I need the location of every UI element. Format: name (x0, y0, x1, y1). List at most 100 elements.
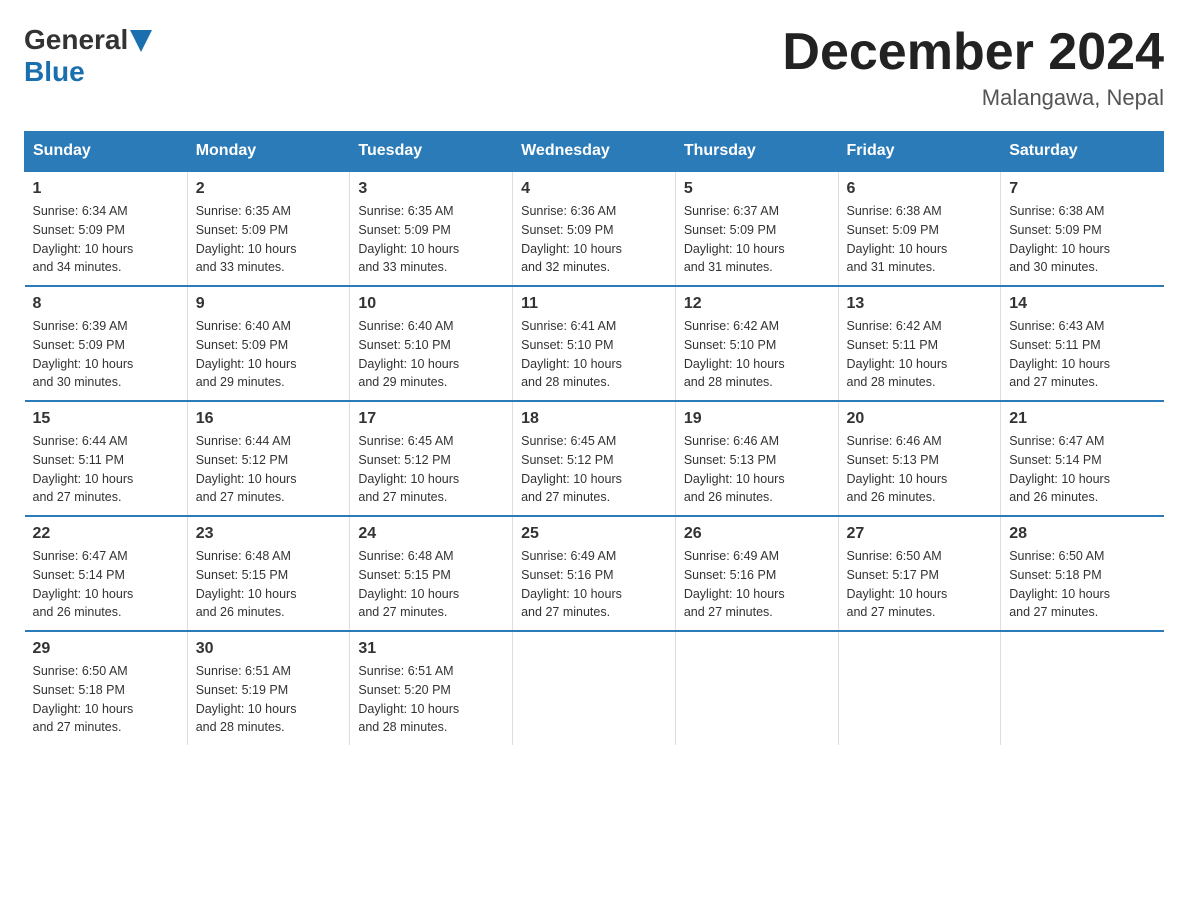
day-info: Sunrise: 6:34 AMSunset: 5:09 PMDaylight:… (33, 204, 134, 274)
day-number: 23 (196, 525, 342, 543)
calendar-day-cell: 15 Sunrise: 6:44 AMSunset: 5:11 PMDaylig… (25, 401, 188, 516)
calendar-week-row: 15 Sunrise: 6:44 AMSunset: 5:11 PMDaylig… (25, 401, 1164, 516)
calendar-day-cell: 23 Sunrise: 6:48 AMSunset: 5:15 PMDaylig… (187, 516, 350, 631)
day-info: Sunrise: 6:41 AMSunset: 5:10 PMDaylight:… (521, 319, 622, 389)
calendar-day-cell: 2 Sunrise: 6:35 AMSunset: 5:09 PMDayligh… (187, 171, 350, 286)
calendar-day-cell (1001, 631, 1164, 745)
day-info: Sunrise: 6:43 AMSunset: 5:11 PMDaylight:… (1009, 319, 1110, 389)
day-number: 4 (521, 180, 667, 198)
col-monday: Monday (187, 132, 350, 172)
logo-blue-text: Blue (24, 56, 85, 87)
calendar-day-cell: 3 Sunrise: 6:35 AMSunset: 5:09 PMDayligh… (350, 171, 513, 286)
day-number: 18 (521, 410, 667, 428)
day-info: Sunrise: 6:35 AMSunset: 5:09 PMDaylight:… (196, 204, 297, 274)
calendar-table: Sunday Monday Tuesday Wednesday Thursday… (24, 131, 1164, 745)
day-info: Sunrise: 6:46 AMSunset: 5:13 PMDaylight:… (847, 434, 948, 504)
day-info: Sunrise: 6:38 AMSunset: 5:09 PMDaylight:… (1009, 204, 1110, 274)
logo-triangle-icon (130, 30, 152, 52)
day-number: 14 (1009, 295, 1155, 313)
day-number: 26 (684, 525, 830, 543)
calendar-day-cell: 27 Sunrise: 6:50 AMSunset: 5:17 PMDaylig… (838, 516, 1001, 631)
day-info: Sunrise: 6:51 AMSunset: 5:20 PMDaylight:… (358, 664, 459, 734)
title-block: December 2024 Malangawa, Nepal (782, 24, 1164, 111)
calendar-day-cell (675, 631, 838, 745)
calendar-day-cell: 25 Sunrise: 6:49 AMSunset: 5:16 PMDaylig… (513, 516, 676, 631)
page-header: General Blue December 2024 Malangawa, Ne… (24, 24, 1164, 111)
day-number: 9 (196, 295, 342, 313)
day-info: Sunrise: 6:39 AMSunset: 5:09 PMDaylight:… (33, 319, 134, 389)
day-info: Sunrise: 6:45 AMSunset: 5:12 PMDaylight:… (521, 434, 622, 504)
calendar-day-cell: 16 Sunrise: 6:44 AMSunset: 5:12 PMDaylig… (187, 401, 350, 516)
calendar-day-cell: 28 Sunrise: 6:50 AMSunset: 5:18 PMDaylig… (1001, 516, 1164, 631)
calendar-day-cell: 9 Sunrise: 6:40 AMSunset: 5:09 PMDayligh… (187, 286, 350, 401)
day-info: Sunrise: 6:48 AMSunset: 5:15 PMDaylight:… (196, 549, 297, 619)
calendar-day-cell: 29 Sunrise: 6:50 AMSunset: 5:18 PMDaylig… (25, 631, 188, 745)
calendar-day-cell: 12 Sunrise: 6:42 AMSunset: 5:10 PMDaylig… (675, 286, 838, 401)
day-info: Sunrise: 6:47 AMSunset: 5:14 PMDaylight:… (1009, 434, 1110, 504)
day-info: Sunrise: 6:46 AMSunset: 5:13 PMDaylight:… (684, 434, 785, 504)
day-info: Sunrise: 6:35 AMSunset: 5:09 PMDaylight:… (358, 204, 459, 274)
calendar-day-cell: 26 Sunrise: 6:49 AMSunset: 5:16 PMDaylig… (675, 516, 838, 631)
day-info: Sunrise: 6:45 AMSunset: 5:12 PMDaylight:… (358, 434, 459, 504)
col-saturday: Saturday (1001, 132, 1164, 172)
day-number: 17 (358, 410, 504, 428)
calendar-day-cell: 6 Sunrise: 6:38 AMSunset: 5:09 PMDayligh… (838, 171, 1001, 286)
calendar-week-row: 22 Sunrise: 6:47 AMSunset: 5:14 PMDaylig… (25, 516, 1164, 631)
day-number: 7 (1009, 180, 1155, 198)
day-number: 20 (847, 410, 993, 428)
day-number: 8 (33, 295, 179, 313)
calendar-day-cell: 8 Sunrise: 6:39 AMSunset: 5:09 PMDayligh… (25, 286, 188, 401)
day-number: 28 (1009, 525, 1155, 543)
calendar-day-cell: 19 Sunrise: 6:46 AMSunset: 5:13 PMDaylig… (675, 401, 838, 516)
logo: General Blue (24, 24, 152, 88)
calendar-day-cell (513, 631, 676, 745)
day-info: Sunrise: 6:47 AMSunset: 5:14 PMDaylight:… (33, 549, 134, 619)
col-friday: Friday (838, 132, 1001, 172)
day-info: Sunrise: 6:50 AMSunset: 5:17 PMDaylight:… (847, 549, 948, 619)
day-number: 31 (358, 640, 504, 658)
calendar-day-cell: 14 Sunrise: 6:43 AMSunset: 5:11 PMDaylig… (1001, 286, 1164, 401)
col-tuesday: Tuesday (350, 132, 513, 172)
calendar-day-cell: 24 Sunrise: 6:48 AMSunset: 5:15 PMDaylig… (350, 516, 513, 631)
day-number: 10 (358, 295, 504, 313)
calendar-title: December 2024 (782, 24, 1164, 81)
day-number: 2 (196, 180, 342, 198)
day-number: 27 (847, 525, 993, 543)
day-number: 1 (33, 180, 179, 198)
day-info: Sunrise: 6:36 AMSunset: 5:09 PMDaylight:… (521, 204, 622, 274)
calendar-day-cell: 18 Sunrise: 6:45 AMSunset: 5:12 PMDaylig… (513, 401, 676, 516)
calendar-header: Sunday Monday Tuesday Wednesday Thursday… (25, 132, 1164, 172)
calendar-day-cell: 11 Sunrise: 6:41 AMSunset: 5:10 PMDaylig… (513, 286, 676, 401)
day-info: Sunrise: 6:42 AMSunset: 5:10 PMDaylight:… (684, 319, 785, 389)
day-info: Sunrise: 6:44 AMSunset: 5:12 PMDaylight:… (196, 434, 297, 504)
day-number: 12 (684, 295, 830, 313)
day-number: 11 (521, 295, 667, 313)
calendar-day-cell: 13 Sunrise: 6:42 AMSunset: 5:11 PMDaylig… (838, 286, 1001, 401)
day-info: Sunrise: 6:51 AMSunset: 5:19 PMDaylight:… (196, 664, 297, 734)
day-info: Sunrise: 6:42 AMSunset: 5:11 PMDaylight:… (847, 319, 948, 389)
day-number: 16 (196, 410, 342, 428)
calendar-day-cell: 21 Sunrise: 6:47 AMSunset: 5:14 PMDaylig… (1001, 401, 1164, 516)
calendar-day-cell: 17 Sunrise: 6:45 AMSunset: 5:12 PMDaylig… (350, 401, 513, 516)
col-thursday: Thursday (675, 132, 838, 172)
calendar-day-cell: 4 Sunrise: 6:36 AMSunset: 5:09 PMDayligh… (513, 171, 676, 286)
calendar-day-cell: 30 Sunrise: 6:51 AMSunset: 5:19 PMDaylig… (187, 631, 350, 745)
calendar-day-cell: 20 Sunrise: 6:46 AMSunset: 5:13 PMDaylig… (838, 401, 1001, 516)
calendar-day-cell: 10 Sunrise: 6:40 AMSunset: 5:10 PMDaylig… (350, 286, 513, 401)
calendar-day-cell: 31 Sunrise: 6:51 AMSunset: 5:20 PMDaylig… (350, 631, 513, 745)
calendar-day-cell: 1 Sunrise: 6:34 AMSunset: 5:09 PMDayligh… (25, 171, 188, 286)
day-number: 30 (196, 640, 342, 658)
calendar-week-row: 8 Sunrise: 6:39 AMSunset: 5:09 PMDayligh… (25, 286, 1164, 401)
day-number: 19 (684, 410, 830, 428)
col-sunday: Sunday (25, 132, 188, 172)
day-info: Sunrise: 6:38 AMSunset: 5:09 PMDaylight:… (847, 204, 948, 274)
day-number: 6 (847, 180, 993, 198)
day-number: 29 (33, 640, 179, 658)
day-number: 5 (684, 180, 830, 198)
day-number: 24 (358, 525, 504, 543)
header-row: Sunday Monday Tuesday Wednesday Thursday… (25, 132, 1164, 172)
day-info: Sunrise: 6:50 AMSunset: 5:18 PMDaylight:… (1009, 549, 1110, 619)
day-number: 22 (33, 525, 179, 543)
day-info: Sunrise: 6:44 AMSunset: 5:11 PMDaylight:… (33, 434, 134, 504)
calendar-body: 1 Sunrise: 6:34 AMSunset: 5:09 PMDayligh… (25, 171, 1164, 745)
